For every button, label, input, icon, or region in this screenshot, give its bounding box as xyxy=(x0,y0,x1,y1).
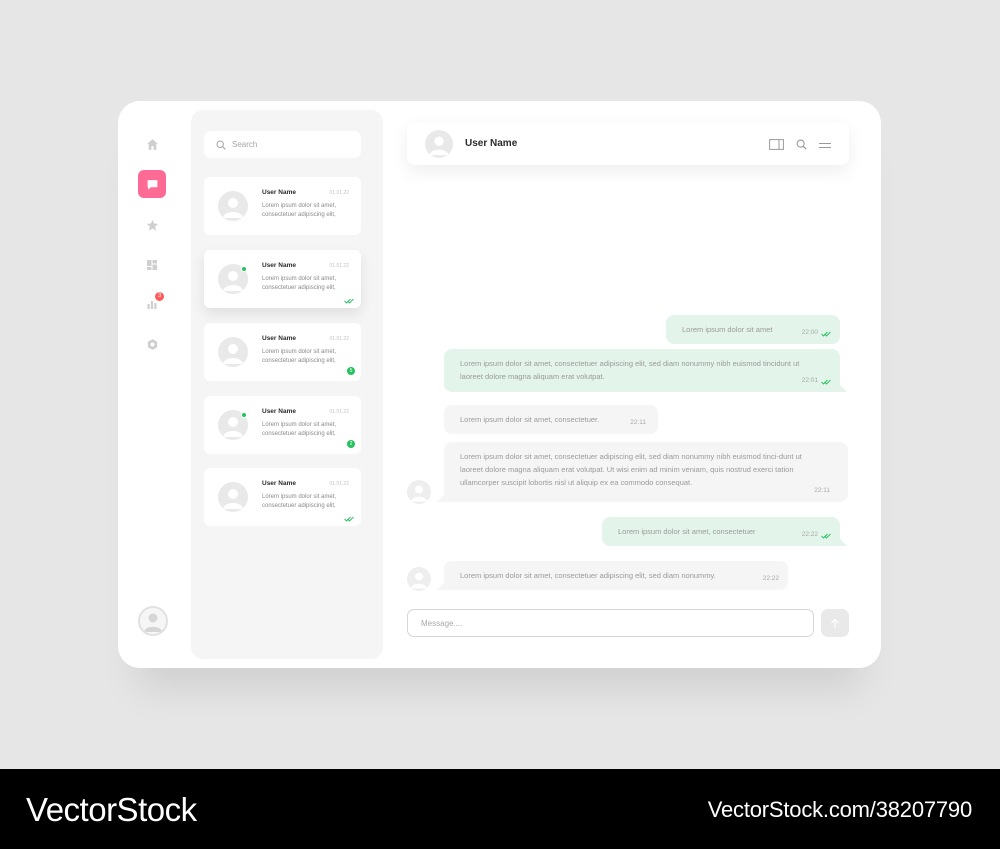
chat-header-actions xyxy=(769,137,831,155)
message-text: Lorem ipsum dolor sit amet, consectetuer… xyxy=(460,571,716,580)
message-text: Lorem ipsum dolor sit amet, consectetuer xyxy=(618,527,756,536)
sender-avatar xyxy=(407,480,431,504)
double-check-icon xyxy=(821,533,831,539)
chat-icon xyxy=(147,179,157,190)
conversation-panel: Search User Name 01.01.22 Lorem ipsum do… xyxy=(191,110,383,659)
nav-favorites[interactable] xyxy=(138,211,166,239)
current-user-avatar[interactable] xyxy=(138,606,168,636)
star-icon xyxy=(146,219,158,231)
unread-count-badge: 2 xyxy=(347,440,355,448)
send-button[interactable] xyxy=(821,609,849,637)
nav-home[interactable] xyxy=(138,130,166,158)
nav-dashboard[interactable] xyxy=(138,251,166,279)
watermark-url: VectorStock.com/38207790 xyxy=(707,797,972,822)
message-time: 22:01 xyxy=(801,377,818,384)
sidebar-toggle-button[interactable] xyxy=(769,137,784,155)
conversation-item[interactable]: User Name 01.01.22 Lorem ipsum dolor sit… xyxy=(204,177,361,235)
user-silhouette-icon xyxy=(411,572,427,589)
message-time: 22:11 xyxy=(630,419,646,426)
chat-menu-button[interactable] xyxy=(819,137,831,155)
conversation-item[interactable]: User Name 01.01.22 Lorem ipsum dolor sit… xyxy=(204,396,361,454)
outgoing-message: Lorem ipsum dolor sit amet, consectetuer… xyxy=(444,349,847,392)
search-icon xyxy=(216,139,226,150)
conversation-avatar xyxy=(218,482,248,512)
nav-statistics[interactable]: 3 xyxy=(138,290,166,318)
dashboard-icon xyxy=(147,260,157,270)
outgoing-message: Lorem ipsum dolor sit amet, consectetuer… xyxy=(602,517,847,546)
conversation-preview: Lorem ipsum dolor sit amet, consectetuer… xyxy=(262,494,337,509)
conversation-preview: Lorem ipsum dolor sit amet, consectetuer… xyxy=(262,276,337,291)
message-input[interactable] xyxy=(407,609,814,637)
message-time: 22:00 xyxy=(801,329,818,336)
double-check-icon xyxy=(344,516,354,522)
conversation-name: User Name xyxy=(262,335,296,342)
conversation-name: User Name xyxy=(262,480,296,487)
user-silhouette-icon xyxy=(429,136,449,156)
chat-partner-avatar[interactable] xyxy=(425,130,453,158)
message-text: Lorem ipsum dolor sit amet, consectetuer… xyxy=(460,415,600,424)
double-check-icon xyxy=(344,298,354,304)
nav-messages[interactable] xyxy=(138,170,166,198)
chat-header: User Name xyxy=(407,123,849,165)
conversation-time: 01.01.22 xyxy=(329,481,349,487)
user-silhouette-icon xyxy=(223,344,243,364)
chat-partner-name: User Name xyxy=(465,138,518,149)
conversation-avatar xyxy=(218,191,248,221)
home-icon xyxy=(146,138,158,150)
chat-search-button[interactable] xyxy=(796,137,807,155)
search-icon xyxy=(796,139,807,150)
notification-badge: 3 xyxy=(155,292,164,301)
search-placeholder: Search xyxy=(232,140,258,149)
incoming-message: Lorem ipsum dolor sit amet, consectetuer… xyxy=(437,561,788,590)
conversation-item[interactable]: User Name 01.01.22 Lorem ipsum dolor sit… xyxy=(204,323,361,381)
watermark-brand: VectorStock xyxy=(26,791,197,828)
conversation-name: User Name xyxy=(262,189,296,196)
conversation-item-selected[interactable]: User Name 01.01.22 Lorem ipsum dolor sit… xyxy=(204,250,361,308)
conversation-time: 01.01.22 xyxy=(329,263,349,269)
incoming-message: Lorem ipsum dolor sit amet, consectetuer… xyxy=(444,405,658,434)
double-check-icon xyxy=(821,379,831,385)
search-bar[interactable]: Search xyxy=(204,131,361,158)
double-check-icon xyxy=(821,331,831,337)
conversation-time: 01.01.22 xyxy=(329,409,349,415)
conversation-item[interactable]: User Name 01.01.22 Lorem ipsum dolor sit… xyxy=(204,468,361,526)
conversation-preview: Lorem ipsum dolor sit amet, consectetuer… xyxy=(262,203,337,218)
watermark-banner: VectorStock VectorStock.com/38207790 xyxy=(0,769,1000,849)
conversation-avatar xyxy=(218,337,248,367)
conversation-name: User Name xyxy=(262,408,296,415)
conversation-preview: Lorem ipsum dolor sit amet, consectetuer… xyxy=(262,349,337,364)
user-silhouette-icon xyxy=(223,489,243,509)
user-silhouette-icon xyxy=(223,198,243,218)
message-text: Lorem ipsum dolor sit amet, consectetuer… xyxy=(460,359,800,381)
nav-settings[interactable] xyxy=(138,330,166,358)
sender-avatar xyxy=(407,567,431,591)
message-time: 22:22 xyxy=(762,575,779,582)
user-silhouette-icon xyxy=(144,613,162,632)
incoming-message: Lorem ipsum dolor sit amet, consectetuer… xyxy=(437,442,848,502)
message-text: Lorem ipsum dolor sit amet, consectetuer… xyxy=(460,452,802,487)
messenger-app-window: 3 Search User Name 01.01.22 Lorem ipsum … xyxy=(118,101,881,668)
unread-count-badge: 5 xyxy=(347,367,355,375)
user-silhouette-icon xyxy=(411,485,427,502)
conversation-time: 01.01.22 xyxy=(329,336,349,342)
conversation-time: 01.01.22 xyxy=(329,190,349,196)
online-indicator xyxy=(241,266,247,272)
message-time: 22:11 xyxy=(814,487,830,494)
message-text: Lorem ipsum dolor sit amet xyxy=(682,325,773,334)
message-time: 22:22 xyxy=(801,531,818,538)
panel-icon xyxy=(769,139,784,150)
arrow-up-icon xyxy=(831,618,839,628)
conversation-name: User Name xyxy=(262,262,296,269)
settings-icon xyxy=(147,338,157,350)
hamburger-menu-icon xyxy=(819,143,831,148)
conversation-preview: Lorem ipsum dolor sit amet, consectetuer… xyxy=(262,422,337,437)
outgoing-message: Lorem ipsum dolor sit amet 22:00 xyxy=(666,315,840,344)
online-indicator xyxy=(241,412,247,418)
